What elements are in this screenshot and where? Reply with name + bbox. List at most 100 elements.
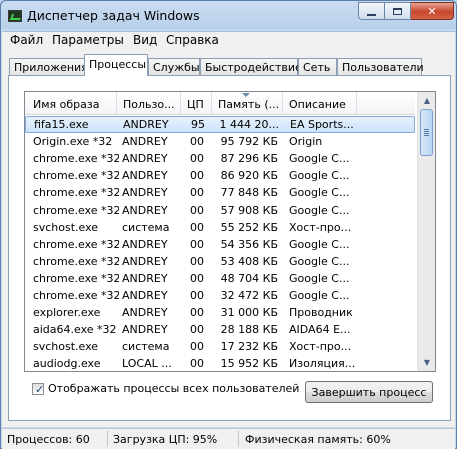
cell-user: ANDREY xyxy=(122,271,168,285)
grip-line xyxy=(424,133,429,134)
tab-users[interactable]: Пользователи xyxy=(337,58,424,75)
cell-memory: 32 472 КБ xyxy=(220,289,278,302)
table-row[interactable]: svchost.exe система 00 17 232 КБ Хост-про... xyxy=(25,338,415,355)
cell-memory: 15 952 КБ xyxy=(220,357,278,371)
column-cpu[interactable]: ЦП xyxy=(181,92,212,114)
cell-user: ANDREY xyxy=(122,169,168,183)
table-row[interactable]: fifa15.exe ANDREY 95 1 444 20... EA Sports..… xyxy=(25,116,415,133)
maximize-button[interactable] xyxy=(385,2,411,20)
task-manager-window: Диспетчер задач Windows ✕ Файл Параметры… xyxy=(0,0,457,449)
cell-image-name: svchost.exe xyxy=(33,340,99,354)
cell-image-name: Origin.exe *32 xyxy=(33,135,113,149)
cell-cpu: 00 xyxy=(190,203,204,217)
cell-description: Google C... xyxy=(289,152,350,166)
table-row[interactable]: chrome.exe *32 ANDREY 00 57 908 КБ Google C.… xyxy=(25,202,415,219)
scroll-up-icon[interactable]: ▲ xyxy=(419,92,435,108)
cell-memory: 86 920 КБ xyxy=(220,169,278,183)
status-processes: Процессов: 60 xyxy=(7,433,90,446)
column-description[interactable]: Описание xyxy=(283,92,357,114)
tab-performance[interactable]: Быстродействие xyxy=(200,58,302,75)
cell-user: ANDREY xyxy=(122,152,168,166)
title-bar[interactable]: Диспетчер задач Windows ✕ xyxy=(1,1,456,31)
menu-bar: Файл Параметры Вид Справка xyxy=(2,31,455,50)
cell-memory: 95 792 КБ xyxy=(220,135,278,149)
list-header: Имя образа Пользо... ЦП Память (... Опис… xyxy=(25,92,415,115)
vertical-scrollbar[interactable]: ▲ ▼ xyxy=(417,92,435,371)
cell-memory: 28 188 КБ xyxy=(220,323,278,337)
cell-description: Google C... xyxy=(289,169,350,183)
column-user[interactable]: Пользо... xyxy=(117,92,181,114)
cell-description: Google C... xyxy=(289,289,350,302)
menu-help[interactable]: Справка xyxy=(164,33,221,47)
cell-memory: 87 296 КБ xyxy=(220,152,278,166)
scroll-down-icon[interactable]: ▼ xyxy=(419,354,435,370)
table-row[interactable]: chrome.exe *32 ANDREY 00 32 472 КБ Google C.… xyxy=(25,287,415,304)
tab-network[interactable]: Сеть xyxy=(298,58,337,75)
menu-view[interactable]: Вид xyxy=(131,33,159,47)
table-row[interactable]: svchost.exe система 00 55 252 КБ Хост-про... xyxy=(25,219,415,236)
status-cpu: Загрузка ЦП: 95% xyxy=(113,433,218,446)
cell-image-name: chrome.exe *32 xyxy=(33,203,119,217)
cell-cpu: 00 xyxy=(190,186,204,200)
cell-cpu: 00 xyxy=(190,237,204,251)
process-list[interactable]: Имя образа Пользо... ЦП Память (... Опис… xyxy=(24,91,436,372)
cell-cpu: 00 xyxy=(190,289,204,302)
cell-user: ANDREY xyxy=(122,289,168,302)
cell-description: Origin xyxy=(289,135,323,149)
status-divider xyxy=(107,431,108,447)
cell-memory: 53 408 КБ xyxy=(220,254,278,268)
cell-image-name: svchost.exe xyxy=(33,220,99,234)
minimize-button[interactable] xyxy=(358,2,385,20)
cell-cpu: 00 xyxy=(190,169,204,183)
status-divider xyxy=(238,431,239,447)
show-all-users-checkbox[interactable]: ✓ xyxy=(32,383,44,395)
tab-services[interactable]: Службы xyxy=(148,58,200,75)
window-title: Диспетчер задач Windows xyxy=(27,8,200,23)
table-row[interactable]: explorer.exe ANDREY 00 31 000 КБ Проводник xyxy=(25,304,415,321)
cell-description: Google C... xyxy=(289,237,350,251)
column-memory[interactable]: Память (... xyxy=(212,92,283,114)
menu-options[interactable]: Параметры xyxy=(50,33,126,47)
cell-description: Изоляция... xyxy=(289,357,356,371)
cell-memory: 48 704 КБ xyxy=(220,271,278,285)
table-row[interactable]: aida64.exe *32 ANDREY 00 28 188 КБ AIDA64 E.… xyxy=(25,321,415,338)
cell-memory: 54 356 КБ xyxy=(220,237,278,251)
table-row[interactable]: chrome.exe *32 ANDREY 00 48 704 КБ Google C.… xyxy=(25,270,415,287)
cell-image-name: fifa15.exe xyxy=(34,118,89,131)
tab-processes[interactable]: Процессы xyxy=(84,54,148,76)
grip-line xyxy=(424,131,429,132)
grip-line xyxy=(424,135,429,136)
menu-file[interactable]: Файл xyxy=(8,33,45,47)
cell-cpu: 00 xyxy=(190,323,204,337)
table-row[interactable]: Origin.exe *32 ANDREY 00 95 792 КБ Origin xyxy=(25,133,415,150)
cell-user: ANDREY xyxy=(122,203,168,217)
tab-applications[interactable]: Приложения xyxy=(9,58,88,75)
cell-memory: 1 444 20... xyxy=(219,118,279,131)
end-process-button[interactable]: Завершить процесс xyxy=(305,381,433,403)
cell-user: ANDREY xyxy=(122,323,168,337)
grip-line xyxy=(424,129,429,130)
column-empty xyxy=(357,92,415,114)
table-row[interactable]: chrome.exe *32 ANDREY 00 53 408 КБ Google C.… xyxy=(25,253,415,270)
table-row[interactable]: chrome.exe *32 ANDREY 00 54 356 КБ Google C.… xyxy=(25,236,415,253)
cell-image-name: chrome.exe *32 xyxy=(33,254,119,268)
close-button[interactable]: ✕ xyxy=(411,2,454,20)
cell-user: ANDREY xyxy=(123,118,169,131)
cell-description: Хост-про... xyxy=(289,220,352,234)
checkmark-icon: ✓ xyxy=(35,383,45,396)
cell-memory: 31 000 КБ xyxy=(220,306,278,320)
cell-cpu: 95 xyxy=(191,118,205,131)
cell-description: Google C... xyxy=(289,254,350,268)
cell-user: система xyxy=(122,340,170,354)
column-memory-label: Память (... xyxy=(218,98,280,111)
column-image-name[interactable]: Имя образа xyxy=(25,92,117,114)
cell-description: AIDA64 E... xyxy=(289,323,351,337)
table-row[interactable]: chrome.exe *32 ANDREY 00 87 296 КБ Google C.… xyxy=(25,150,415,167)
cell-memory: 77 848 КБ xyxy=(220,186,278,200)
cell-user: LOCAL ... xyxy=(122,357,172,371)
scrollbar-thumb[interactable] xyxy=(420,109,433,156)
table-row[interactable]: audiodg.exe LOCAL ... 00 15 952 КБ Изоляция.… xyxy=(25,355,415,371)
table-row[interactable]: chrome.exe *32 ANDREY 00 86 920 КБ Google C.… xyxy=(25,167,415,184)
table-row[interactable]: chrome.exe *32 ANDREY 00 77 848 КБ Google C.… xyxy=(25,184,415,201)
cell-image-name: chrome.exe *32 xyxy=(33,237,119,251)
